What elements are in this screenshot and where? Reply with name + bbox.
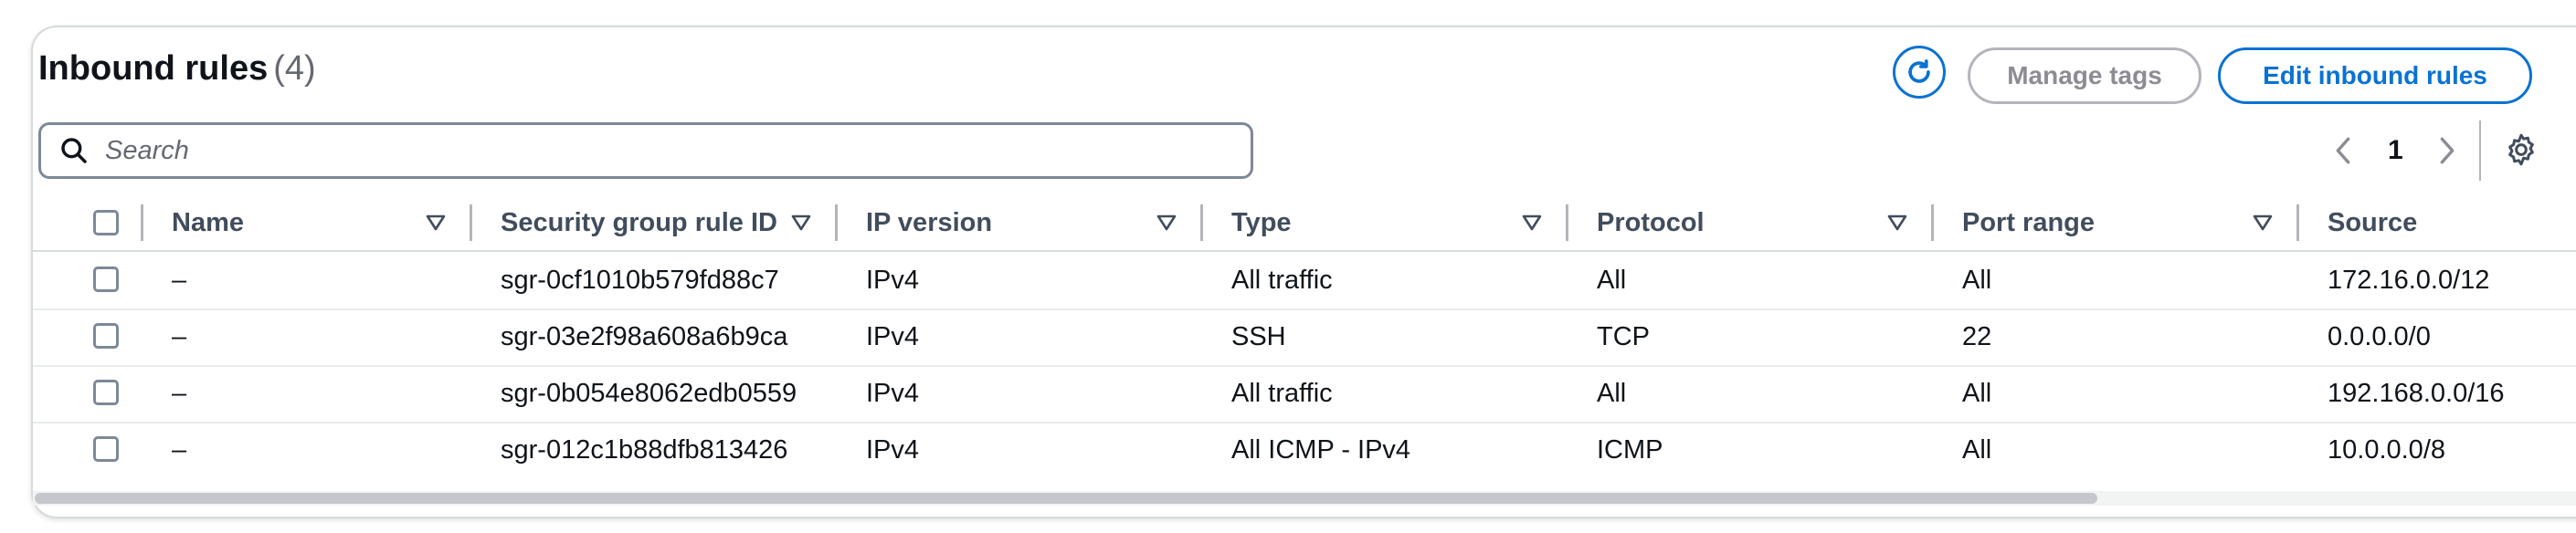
cell-source: 172.16.0.0/12 — [2328, 265, 2490, 295]
cell-ip-version: IPv4 — [866, 321, 920, 351]
column-divider — [1200, 204, 1203, 241]
cell-protocol: All — [1597, 265, 1627, 295]
row-checkbox[interactable] — [93, 380, 119, 405]
cell-port-range: 22 — [1962, 321, 1992, 351]
cell-port-range: All — [1962, 434, 1992, 465]
panel-title: Inbound rules (4) — [38, 49, 316, 89]
previous-page-button[interactable] — [2331, 128, 2355, 173]
column-header-type[interactable]: Type — [1231, 195, 1292, 250]
row-checkbox[interactable] — [93, 266, 119, 292]
table-row[interactable]: – sgr-012c1b88dfb813426 IPv4 All ICMP - … — [33, 422, 2576, 478]
manage-tags-button[interactable]: Manage tags — [1968, 47, 2201, 104]
search-icon — [61, 138, 87, 163]
cell-source: 0.0.0.0/0 — [2328, 321, 2431, 351]
chevron-right-icon — [2440, 137, 2455, 164]
search-input[interactable] — [103, 134, 1203, 167]
column-header-source[interactable]: Source — [2328, 195, 2417, 250]
cell-name: – — [172, 321, 187, 351]
cell-protocol: ICMP — [1597, 434, 1663, 465]
cell-protocol: All — [1597, 378, 1627, 408]
cell-name: – — [172, 434, 187, 465]
cell-type: All traffic — [1231, 378, 1333, 408]
cell-ip-version: IPv4 — [866, 434, 920, 465]
sort-caret-icon[interactable] — [1887, 210, 1907, 234]
column-header-ip-version[interactable]: IP version — [866, 195, 992, 250]
cell-port-range: All — [1962, 265, 1992, 295]
row-checkbox[interactable] — [93, 323, 119, 349]
column-divider — [835, 204, 838, 241]
refresh-icon — [1908, 59, 1930, 83]
cell-protocol: TCP — [1597, 321, 1650, 351]
search-box — [38, 122, 1253, 179]
column-header-port-range[interactable]: Port range — [1962, 195, 2095, 250]
page-number-button[interactable]: 1 — [2388, 128, 2403, 173]
sort-caret-icon[interactable] — [791, 210, 811, 234]
next-page-button[interactable] — [2435, 128, 2459, 173]
table-row[interactable]: – sgr-0cf1010b579fd88c7 IPv4 All traffic… — [33, 252, 2576, 310]
sort-caret-icon[interactable] — [1156, 210, 1177, 234]
sort-caret-icon[interactable] — [1522, 210, 1542, 234]
column-header-name[interactable]: Name — [172, 195, 244, 250]
cell-rule-id: sgr-03e2f98a608a6b9ca — [501, 321, 788, 351]
table-row[interactable]: – sgr-03e2f98a608a6b9ca IPv4 SSH TCP 22 … — [33, 308, 2576, 367]
cell-rule-id: sgr-0b054e8062edb0559 — [501, 378, 797, 408]
column-divider — [470, 204, 472, 241]
column-divider — [141, 204, 143, 241]
select-all-checkbox[interactable] — [93, 210, 119, 235]
table-header: Name Security group rule ID IP version T… — [33, 195, 2576, 252]
scrollbar-thumb[interactable] — [35, 493, 2097, 504]
column-header-protocol[interactable]: Protocol — [1597, 195, 1705, 250]
cell-type: SSH — [1231, 321, 1286, 351]
chevron-left-icon — [2336, 137, 2350, 164]
cell-name: – — [172, 378, 187, 408]
cell-rule-id: sgr-0cf1010b579fd88c7 — [501, 265, 779, 295]
preferences-button[interactable] — [2503, 131, 2539, 172]
gear-icon — [2508, 133, 2534, 166]
table-row[interactable]: – sgr-0b054e8062edb0559 IPv4 All traffic… — [33, 365, 2576, 423]
sort-caret-icon[interactable] — [2253, 210, 2273, 234]
cell-source: 192.168.0.0/16 — [2328, 378, 2505, 408]
cell-ip-version: IPv4 — [866, 378, 920, 408]
cell-ip-version: IPv4 — [866, 265, 920, 295]
rule-count: (4) — [273, 49, 316, 88]
sort-caret-icon[interactable] — [426, 210, 446, 234]
column-divider — [1931, 204, 1934, 241]
row-checkbox[interactable] — [93, 436, 119, 462]
column-header-rule-id[interactable]: Security group rule ID — [501, 195, 777, 250]
edit-inbound-rules-button[interactable]: Edit inbound rules — [2218, 47, 2532, 104]
panel-title-text: Inbound rules — [38, 49, 269, 88]
column-divider — [2296, 204, 2299, 241]
pager-divider — [2479, 120, 2481, 181]
cell-name: – — [172, 265, 187, 295]
cell-source: 10.0.0.0/8 — [2328, 434, 2445, 465]
cell-rule-id: sgr-012c1b88dfb813426 — [501, 434, 788, 465]
horizontal-scrollbar[interactable] — [33, 491, 2576, 506]
column-divider — [1566, 204, 1568, 241]
cell-port-range: All — [1962, 378, 1992, 408]
cell-type: All traffic — [1231, 265, 1333, 295]
cell-type: All ICMP - IPv4 — [1231, 434, 1411, 465]
refresh-button[interactable] — [1893, 46, 1946, 99]
